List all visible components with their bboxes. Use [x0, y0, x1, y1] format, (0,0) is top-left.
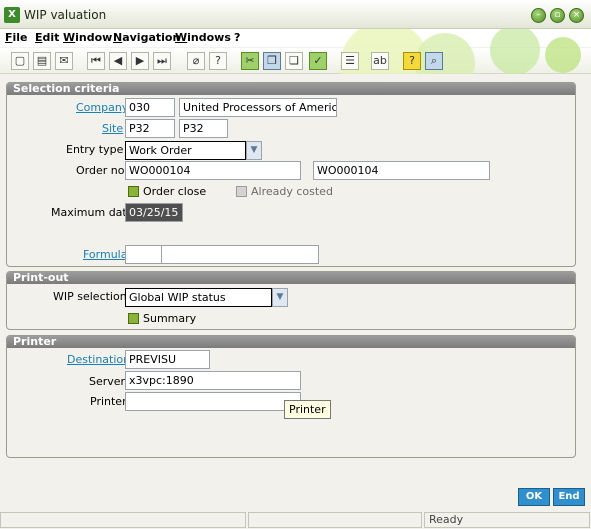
summary-checkbox[interactable] — [128, 313, 139, 324]
company-name-field: United Processors of America — [179, 98, 337, 117]
order-to-field[interactable]: WO000104 — [313, 161, 490, 180]
attach-icon[interactable]: ⌀ — [187, 52, 205, 70]
window-title: WIP valuation — [24, 8, 107, 22]
help-icon[interactable]: ? — [209, 52, 227, 70]
panel-header: Print-out — [7, 272, 575, 284]
paste-icon[interactable]: ❏ — [285, 52, 303, 70]
help2-icon[interactable]: ? — [403, 52, 421, 70]
menu-navigation[interactable]: Navigation — [113, 31, 180, 44]
status-cell-1 — [0, 512, 246, 528]
report-icon[interactable]: ☰ — [341, 52, 359, 70]
already-costed-label: Already costed — [251, 185, 333, 198]
order-close-checkbox[interactable] — [128, 186, 139, 197]
decorative-banner — [330, 29, 591, 74]
formula-label[interactable]: Formula — [83, 248, 127, 261]
new-icon[interactable]: ▢ — [11, 52, 29, 70]
close-icon[interactable]: × — [569, 8, 584, 23]
copy-icon[interactable]: ❐ — [263, 52, 281, 70]
menu-edit[interactable]: Edit — [35, 31, 59, 44]
select-icon[interactable]: ✂ — [241, 52, 259, 70]
menu-window[interactable]: Window — [63, 31, 112, 44]
validate-icon[interactable]: ✓ — [309, 52, 327, 70]
order-close-label: Order close — [143, 185, 207, 198]
status-cell-2 — [248, 512, 422, 528]
destination-field[interactable]: PREVISU — [125, 350, 210, 369]
first-icon[interactable]: ⏮ — [87, 52, 105, 70]
end-button[interactable]: End — [553, 488, 585, 506]
formula-code-field[interactable] — [125, 245, 162, 264]
destination-label[interactable]: Destination — [67, 353, 130, 366]
printer-label: Printer — [90, 395, 127, 408]
panel-header: Printer — [7, 336, 575, 348]
site-label[interactable]: Site — [102, 122, 123, 135]
x3-app-icon: X — [4, 7, 20, 23]
menu-file[interactable]: File — [5, 31, 28, 44]
maximize-icon[interactable]: ▫ — [550, 8, 565, 23]
printer-field[interactable] — [125, 392, 301, 411]
max-date-label: Maximum date — [51, 206, 134, 219]
search-icon[interactable]: ⌕ — [425, 52, 443, 70]
last-icon[interactable]: ⏭ — [153, 52, 171, 70]
wip-selection-select[interactable]: Global WIP status — [125, 288, 272, 307]
company-code-field[interactable]: 030 — [125, 98, 175, 117]
ok-button[interactable]: OK — [518, 488, 550, 506]
status-text: Ready — [424, 512, 590, 528]
summary-label: Summary — [143, 312, 197, 325]
chevron-down-icon[interactable]: ▼ — [246, 141, 262, 160]
menu-help[interactable]: ? — [234, 31, 240, 44]
menu-windows[interactable]: Windows — [175, 31, 231, 44]
prev-icon[interactable]: ◀ — [109, 52, 127, 70]
entry-type-label: Entry type — [66, 143, 124, 156]
server-field[interactable]: x3vpc:1890 — [125, 371, 301, 390]
site-code-field[interactable]: P32 — [125, 119, 175, 138]
panel-header: Selection criteria — [7, 83, 575, 95]
order-no-label: Order no. — [76, 164, 128, 177]
entry-type-select[interactable]: Work Order — [125, 141, 246, 160]
already-costed-checkbox[interactable] — [236, 186, 247, 197]
max-date-field[interactable]: 03/25/15 — [125, 203, 183, 222]
minimize-icon[interactable]: – — [531, 8, 546, 23]
formula-desc-field — [161, 245, 319, 264]
site-name-field: P32 — [179, 119, 228, 138]
mail-icon[interactable]: ✉ — [55, 52, 73, 70]
server-label: Server — [89, 375, 126, 388]
title-bar: X WIP valuation – ▫ × — [0, 0, 591, 29]
wip-selection-label: WIP selection — [53, 290, 127, 303]
text-icon[interactable]: ab — [371, 52, 389, 70]
order-from-field[interactable]: WO000104 — [125, 161, 301, 180]
next-icon[interactable]: ▶ — [131, 52, 149, 70]
status-bar: Ready — [0, 511, 591, 529]
chevron-down-icon[interactable]: ▼ — [272, 288, 288, 307]
company-label[interactable]: Company — [76, 101, 128, 114]
printer-tooltip: Printer — [284, 400, 331, 419]
print-icon[interactable]: ▤ — [33, 52, 51, 70]
